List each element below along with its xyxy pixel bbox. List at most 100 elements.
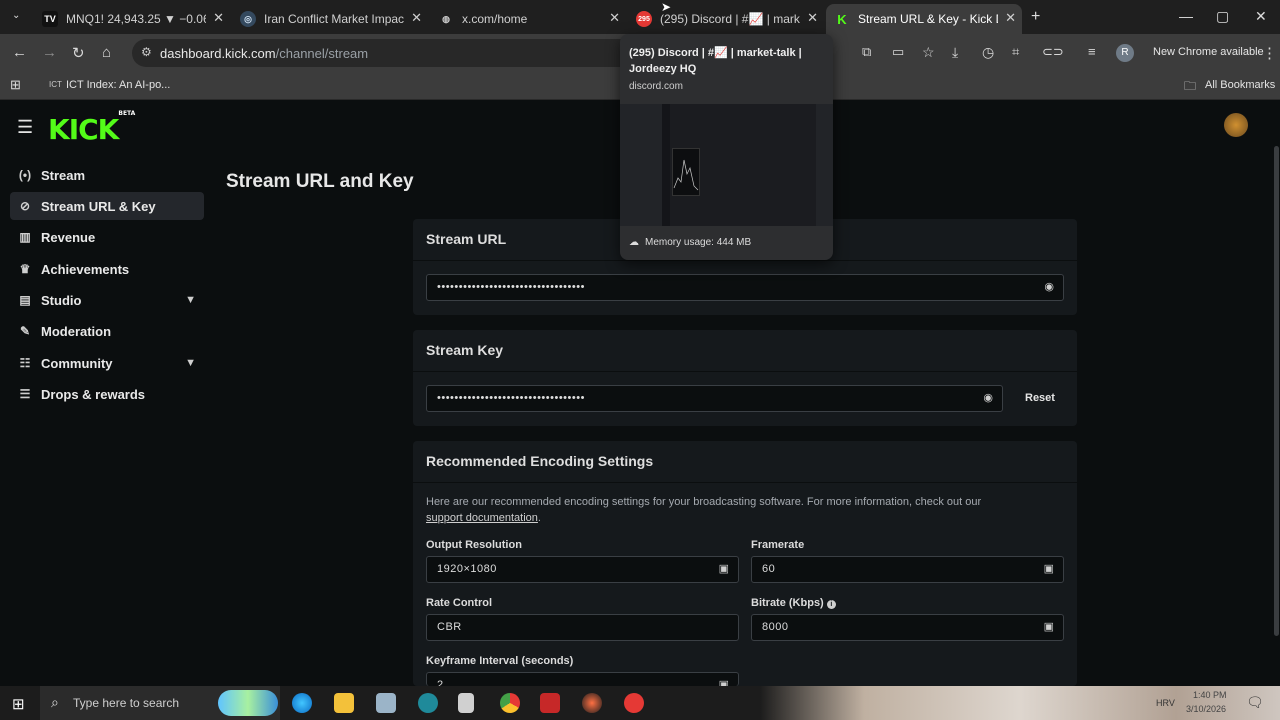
copy-icon[interactable]: ▣ (719, 678, 729, 686)
sidebar-item-drops-rewards[interactable]: ☰ Drops & rewards (10, 380, 204, 408)
reset-button[interactable]: Reset (1025, 392, 1055, 404)
windows-taskbar: ⊞ ⌕ Type here to search HRV 1:40 PM 3/10… (0, 686, 1280, 720)
eye-icon[interactable]: ◉ (983, 391, 993, 404)
bookmark-ict-index[interactable]: ICT Index: An AI-po... (66, 79, 170, 91)
forward-icon[interactable]: → (42, 44, 57, 61)
page-scrollbar[interactable] (1274, 146, 1279, 636)
sidebar-item-revenue[interactable]: ▥ Revenue (10, 223, 204, 251)
output-resolution-field[interactable]: 1920×1080 ▣ (426, 556, 739, 583)
sidebar-item-stream-url-key[interactable]: ⊘ Stream URL & Key (10, 192, 204, 220)
profile-avatar[interactable]: R (1116, 44, 1134, 62)
back-icon[interactable]: ← (12, 44, 27, 61)
stream-url-title: Stream URL (426, 231, 507, 247)
language-indicator[interactable]: HRV (1156, 698, 1175, 708)
edge-icon[interactable] (292, 693, 312, 713)
reading-list-icon[interactable]: ≡ (1088, 44, 1096, 59)
keyframe-interval-field[interactable]: 2 ▣ (426, 672, 739, 686)
photos-icon[interactable] (376, 693, 396, 713)
card-header: Stream Key (413, 330, 1077, 372)
drops-icon: ☰ (19, 387, 31, 401)
sidebar-item-studio[interactable]: ▤ Studio ▼ (10, 286, 204, 314)
tab-title: (295) Discord | #📈 | market-tal (660, 12, 800, 26)
app-icon[interactable] (582, 693, 602, 713)
tab-x-home[interactable]: ◍ x.com/home ✕ (430, 4, 626, 34)
app-icon[interactable] (458, 693, 474, 713)
chrome-icon[interactable] (500, 693, 520, 713)
windows-start-icon[interactable]: ⊞ (12, 695, 25, 713)
kick-logo[interactable]: KICKBETA (48, 110, 135, 146)
rate-control-field[interactable]: CBR (426, 614, 739, 641)
new-chrome-available[interactable]: New Chrome available (1153, 46, 1264, 58)
screenshot-icon[interactable]: ⧉ (862, 44, 871, 60)
address-bar[interactable]: ⚙ dashboard.kick.com/channel/stream (132, 39, 637, 67)
page-title: Stream URL and Key (226, 171, 414, 192)
card-icon[interactable]: ▭ (892, 44, 904, 60)
clock-date[interactable]: 3/10/2026 (1186, 704, 1226, 714)
broadcast-icon: (•) (18, 168, 32, 182)
memory-icon: ☁ (629, 237, 639, 248)
bookmark-favicon-icon: ICT (49, 80, 62, 89)
link-icon[interactable]: ⊂⊃ (1042, 44, 1064, 60)
bitrate-field[interactable]: 8000 ▣ (751, 614, 1064, 641)
sidebar-item-community[interactable]: ☷ Community ▼ (10, 349, 204, 377)
tab-kick-dashboard[interactable]: K Stream URL & Key - Kick Dashb ✕ (826, 4, 1022, 34)
history-icon[interactable]: ◷ (982, 44, 994, 61)
chevron-down-icon[interactable]: ▼ (185, 357, 196, 369)
copy-icon[interactable]: ▣ (1044, 620, 1054, 633)
hovercard-title: (295) Discord | #📈 | market-talk | Jorde… (629, 47, 802, 75)
studio-icon: ▤ (19, 293, 31, 307)
all-bookmarks[interactable]: All Bookmarks (1205, 79, 1275, 91)
stream-key-field[interactable]: •••••••••••••••••••••••••••••••••• ◉ (426, 385, 1003, 412)
copy-icon[interactable]: ▣ (719, 562, 729, 575)
wrench-icon: ✎ (19, 324, 31, 338)
app-icon[interactable] (540, 693, 560, 713)
close-icon[interactable]: ✕ (213, 10, 224, 26)
close-icon[interactable]: ✕ (411, 10, 422, 26)
app-icon[interactable] (624, 693, 644, 713)
tab-title: Stream URL & Key - Kick Dashb (858, 12, 998, 26)
discord-icon: 295 (636, 11, 652, 27)
reload-icon[interactable]: ↻ (72, 44, 85, 62)
apps-grid-icon[interactable]: ⊞ (10, 77, 21, 93)
keyframe-interval-label: Keyframe Interval (seconds) (426, 655, 574, 667)
star-icon[interactable]: ☆ (922, 44, 935, 61)
tab-search-icon[interactable]: ⌄ (12, 10, 20, 21)
clock-time[interactable]: 1:40 PM (1193, 690, 1227, 700)
url-text: dashboard.kick.com/channel/stream (160, 46, 369, 61)
menu-dots-icon[interactable]: ⋮ (1262, 44, 1277, 62)
globe-icon: ◎ (240, 11, 256, 27)
maximize-icon[interactable]: ▢ (1216, 8, 1229, 25)
sidebar-item-stream[interactable]: (•) Stream (10, 161, 204, 189)
chevron-down-icon[interactable]: ▼ (185, 294, 196, 306)
window-close-icon[interactable]: ✕ (1255, 8, 1267, 25)
stream-url-field[interactable]: •••••••••••••••••••••••••••••••••• ◉ (426, 274, 1064, 301)
support-documentation-link[interactable]: support documentation (426, 512, 538, 524)
info-icon[interactable]: i (826, 600, 836, 609)
notification-icon[interactable]: 🗨 (1246, 694, 1264, 711)
eye-icon[interactable]: ◉ (1044, 280, 1054, 293)
new-tab-icon[interactable]: + (1031, 8, 1040, 26)
sidebar-item-moderation[interactable]: ✎ Moderation (10, 317, 204, 345)
copy-icon[interactable]: ▣ (1044, 562, 1054, 575)
tab-tradingview[interactable]: TV MNQ1! 24,943.25 ▼ −0.06% da ✕ (34, 4, 230, 34)
close-icon[interactable]: ✕ (807, 10, 818, 26)
encoding-description: Here are our recommended encoding settin… (426, 496, 982, 524)
site-info-icon[interactable]: ⚙ (141, 45, 152, 59)
close-icon[interactable]: ✕ (609, 10, 620, 26)
user-avatar[interactable] (1224, 113, 1248, 137)
minimize-icon[interactable]: — (1179, 8, 1193, 24)
framerate-field[interactable]: 60 ▣ (751, 556, 1064, 583)
translate-icon[interactable]: ⌗ (1012, 44, 1019, 60)
taskbar-search[interactable]: ⌕ Type here to search (40, 686, 280, 720)
memory-usage: ☁ Memory usage: 444 MB (629, 237, 752, 248)
home-icon[interactable]: ⌂ (102, 44, 111, 61)
hamburger-menu-icon[interactable]: ☰ (17, 117, 33, 138)
sidebar-item-achievements[interactable]: ♛ Achievements (10, 255, 204, 283)
tab-discord[interactable]: 295 (295) Discord | #📈 | market-tal ✕ (628, 4, 824, 34)
tab-iran-conflict[interactable]: ◎ Iran Conflict Market Impact ✕ (232, 4, 428, 34)
close-icon[interactable]: ✕ (1005, 10, 1016, 26)
download-icon[interactable]: ⤓ (952, 44, 958, 61)
mouse-cursor-icon: ➤ (661, 0, 672, 14)
app-icon[interactable] (418, 693, 438, 713)
file-explorer-icon[interactable] (334, 693, 354, 713)
